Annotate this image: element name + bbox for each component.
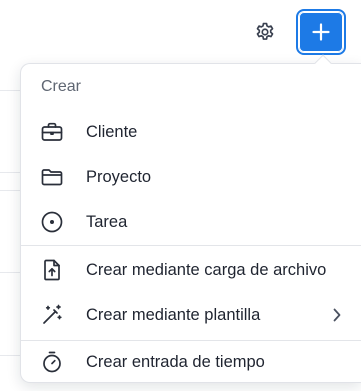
menu-item-label: Proyecto (86, 167, 152, 186)
menu-title: Crear (41, 78, 82, 95)
background-divider (0, 355, 22, 356)
menu-item-cliente[interactable]: Cliente (21, 110, 361, 154)
settings-button[interactable] (251, 18, 279, 46)
background-divider (0, 90, 22, 91)
task-circle-icon (40, 210, 64, 234)
screen: Crear Cliente Proyecto Tarea Crear media… (0, 0, 361, 391)
magic-wand-icon (40, 303, 64, 327)
background-divider (0, 272, 22, 273)
menu-item-label: Tarea (86, 212, 128, 231)
menu-item-label: Crear mediante plantilla (86, 305, 261, 324)
chevron-right-icon (331, 307, 343, 323)
create-dropdown-menu: Crear Cliente Proyecto Tarea Crear media… (20, 54, 361, 384)
gear-icon (256, 22, 274, 40)
folder-icon (40, 165, 64, 189)
menu-item-label: Crear mediante carga de archivo (86, 260, 327, 279)
menu-item-label: Crear entrada de tiempo (86, 352, 265, 371)
menu-item-file-upload[interactable]: Crear mediante carga de archivo (21, 248, 361, 292)
menu-caret (314, 54, 332, 72)
briefcase-icon (40, 120, 64, 144)
background-divider (0, 190, 22, 191)
menu-item-tarea[interactable]: Tarea (21, 200, 361, 244)
menu-item-proyecto[interactable]: Proyecto (21, 155, 361, 199)
menu-item-template[interactable]: Crear mediante plantilla (21, 293, 361, 337)
menu-item-label: Cliente (86, 122, 138, 141)
header-actions (251, 9, 346, 55)
file-upload-icon (40, 258, 64, 282)
plus-icon (312, 23, 330, 41)
stopwatch-icon (40, 350, 64, 374)
menu-separator (21, 245, 361, 246)
add-button[interactable] (296, 9, 346, 55)
menu-item-time-entry[interactable]: Crear entrada de tiempo (21, 340, 361, 384)
background-divider (0, 172, 22, 173)
